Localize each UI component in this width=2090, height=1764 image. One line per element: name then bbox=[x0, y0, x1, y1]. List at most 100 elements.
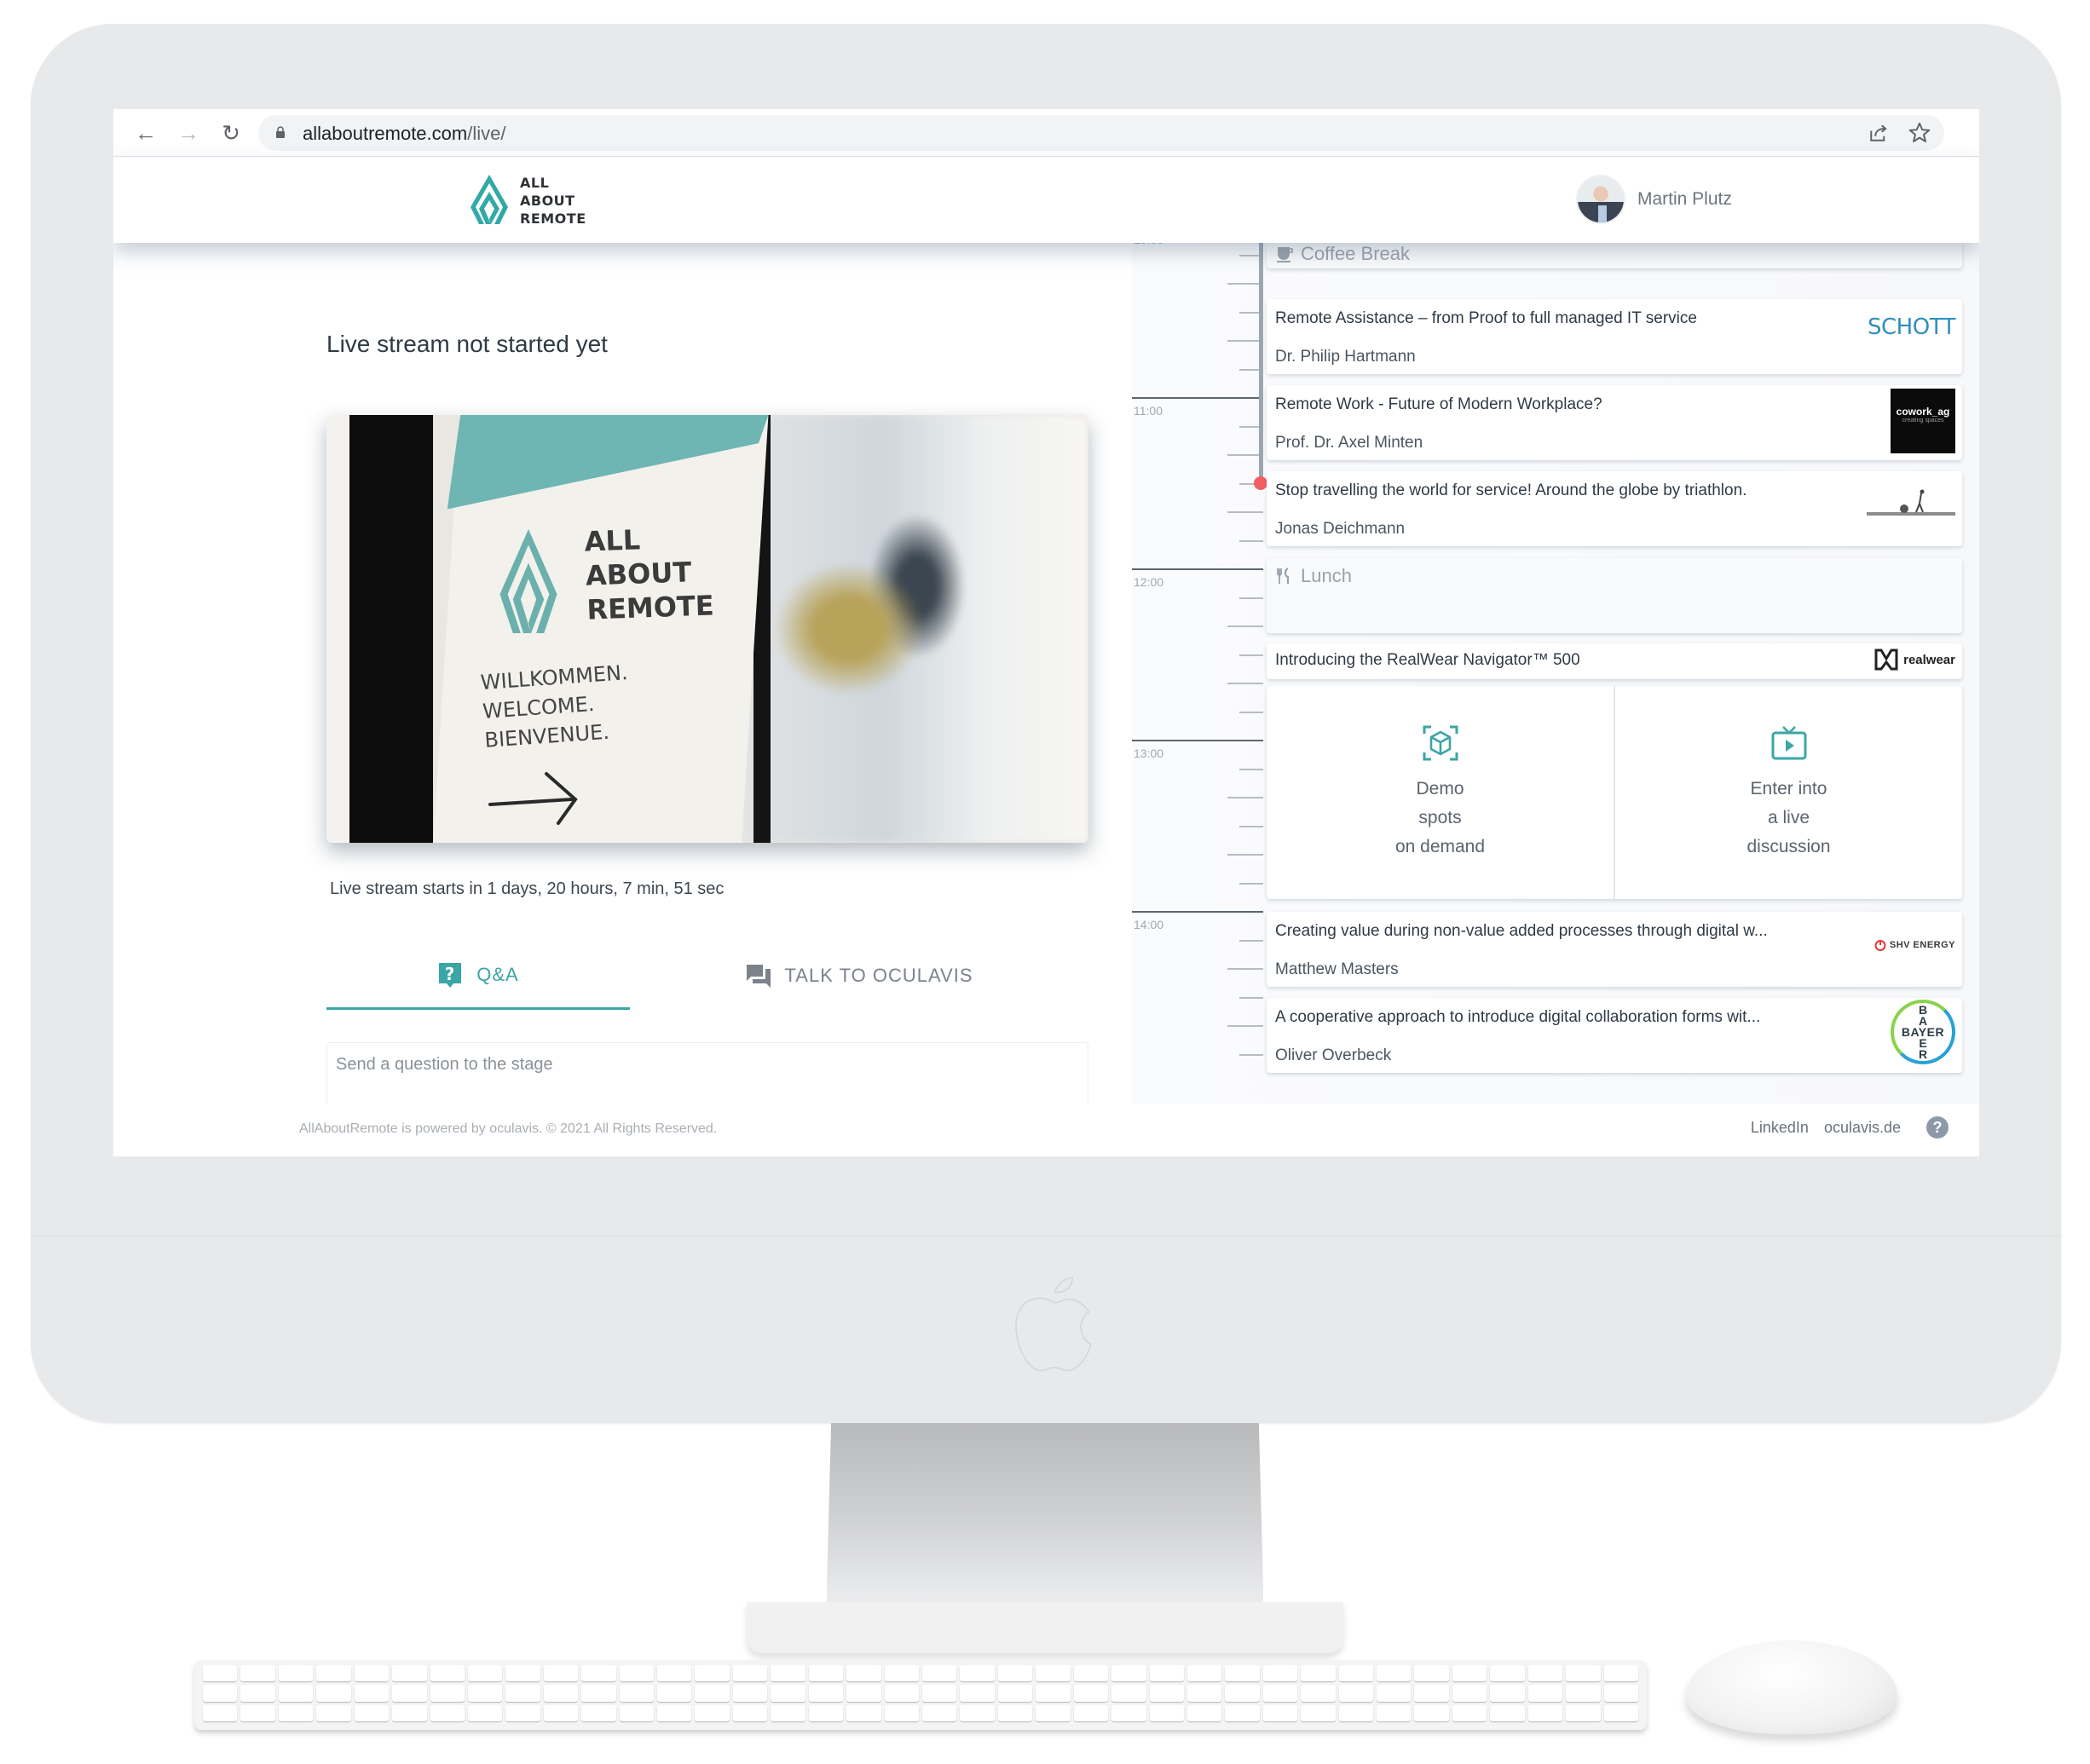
url-text[interactable]: allaboutremote.com/live/ bbox=[303, 123, 505, 145]
minute-tick bbox=[1227, 511, 1263, 513]
logo-line: REMOTE bbox=[520, 210, 586, 227]
agenda-timeline: 10:0011:0012:0013:0014:00 Coffee Break R… bbox=[1132, 226, 1979, 1125]
keyboard-key bbox=[1452, 1665, 1487, 1682]
session-title: Creating value during non-value added pr… bbox=[1275, 922, 1768, 940]
hero-brand-line: REMOTE bbox=[586, 588, 715, 626]
stream-status-title: Live stream not started yet bbox=[326, 331, 608, 357]
minute-tick bbox=[1239, 939, 1263, 942]
session-speaker: Dr. Philip Hartmann bbox=[1275, 348, 1416, 366]
keyboard-key bbox=[505, 1704, 540, 1721]
sponsor-name: realwear bbox=[1903, 652, 1955, 667]
keyboard-key bbox=[1036, 1704, 1071, 1721]
hour-label: 13:00 bbox=[1134, 747, 1164, 760]
back-button[interactable]: ← bbox=[132, 119, 159, 147]
keyboard-key bbox=[1262, 1665, 1298, 1682]
oculavis-link[interactable]: oculavis.de bbox=[1824, 1119, 1901, 1137]
agenda-item[interactable]: Remote Work - Future of Modern Workplace… bbox=[1267, 385, 1962, 460]
user-menu[interactable]: Martin Plutz bbox=[1576, 175, 1732, 224]
agenda-item[interactable]: A cooperative approach to introduce digi… bbox=[1267, 998, 1962, 1073]
keyboard-key bbox=[1149, 1704, 1184, 1721]
keyboard-key bbox=[240, 1704, 275, 1721]
agenda-item[interactable]: Stop travelling the world for service! A… bbox=[1267, 471, 1962, 546]
coffee-cup-icon bbox=[1277, 247, 1293, 262]
keyboard-key bbox=[695, 1665, 730, 1682]
keyboard-key bbox=[771, 1704, 805, 1721]
keyboard-key bbox=[808, 1685, 844, 1702]
hero-arrow-icon bbox=[488, 771, 578, 825]
sponsor-tagline: creating spaces bbox=[1902, 418, 1944, 424]
session-title: A cooperative approach to introduce digi… bbox=[1275, 1008, 1761, 1026]
keyboard-key bbox=[1377, 1704, 1412, 1721]
keyboard-key bbox=[1490, 1665, 1525, 1682]
share-icon[interactable] bbox=[1866, 120, 1891, 146]
svg-text:?: ? bbox=[445, 964, 456, 984]
keyboard-key bbox=[619, 1665, 655, 1682]
minute-tick bbox=[1239, 825, 1263, 827]
keyboard-key bbox=[543, 1685, 579, 1702]
hour-label: 12:00 bbox=[1134, 575, 1164, 589]
sponsor-name: cowork_ag bbox=[1896, 406, 1950, 418]
live-discussion-button[interactable]: Enter into a live discussion bbox=[1614, 686, 1962, 899]
minute-tick bbox=[1227, 854, 1263, 856]
help-icon[interactable]: ? bbox=[1926, 1116, 1949, 1139]
demo-spots-button[interactable]: Demo spots on demand bbox=[1267, 686, 1614, 899]
activity-text: on demand bbox=[1394, 837, 1486, 856]
minute-tick bbox=[1239, 654, 1263, 656]
keyboard-key bbox=[1111, 1685, 1146, 1702]
keyboard-key bbox=[316, 1685, 351, 1702]
logo-line: ABOUT bbox=[520, 192, 575, 209]
bookmark-star-icon[interactable] bbox=[1907, 120, 1932, 146]
hour-label: 11:00 bbox=[1134, 404, 1163, 418]
keyboard-key bbox=[732, 1665, 768, 1682]
keyboard-key bbox=[997, 1685, 1033, 1702]
keyboard-key bbox=[732, 1704, 768, 1721]
minute-tick bbox=[1239, 882, 1263, 885]
keyboard-key bbox=[771, 1665, 805, 1682]
site-logo[interactable]: ALL ABOUT REMOTE bbox=[467, 173, 586, 228]
minute-tick bbox=[1239, 539, 1263, 542]
session-speaker: Prof. Dr. Axel Minten bbox=[1275, 434, 1423, 452]
keyboard-key bbox=[1338, 1704, 1374, 1721]
agenda-break-lunch: Lunch bbox=[1267, 558, 1962, 633]
keyboard-key bbox=[1338, 1685, 1374, 1702]
minute-tick bbox=[1239, 768, 1263, 770]
reload-button[interactable]: ↻ bbox=[217, 119, 245, 147]
keyboard-key bbox=[1566, 1685, 1601, 1702]
agenda-item[interactable]: Remote Assistance – from Proof to full m… bbox=[1267, 299, 1962, 374]
keyboard-key bbox=[1377, 1685, 1412, 1702]
keyboard-key bbox=[581, 1704, 616, 1721]
hero-welcome-text: WILLKOMMEN. WELCOME. BIENVENUE. bbox=[480, 658, 633, 755]
keyboard-key bbox=[1186, 1685, 1222, 1702]
hour-line bbox=[1132, 397, 1263, 399]
session-speaker: Matthew Masters bbox=[1275, 960, 1399, 978]
keyboard-key bbox=[505, 1665, 540, 1682]
tab-qa[interactable]: ? Q&A bbox=[326, 942, 630, 1010]
linkedin-link[interactable]: LinkedIn bbox=[1751, 1119, 1809, 1137]
tab-talk-to-oculavis[interactable]: TALK TO OCULAVIS bbox=[630, 942, 1088, 1010]
keyboard-key bbox=[808, 1665, 844, 1682]
minute-tick bbox=[1227, 683, 1263, 684]
minute-tick bbox=[1227, 283, 1263, 285]
keyboard-key bbox=[203, 1704, 238, 1721]
power-icon bbox=[1874, 940, 1886, 951]
tab-label: TALK TO OCULAVIS bbox=[784, 965, 973, 986]
forward-button[interactable]: → bbox=[175, 119, 202, 147]
agenda-item[interactable]: Creating value during non-value added pr… bbox=[1267, 912, 1962, 987]
agenda-item[interactable]: Introducing the RealWear Navigator™ 500 … bbox=[1267, 643, 1962, 679]
keyboard-key bbox=[1301, 1685, 1336, 1702]
question-input[interactable] bbox=[336, 1055, 1079, 1106]
keyboard-key bbox=[695, 1685, 730, 1702]
keyboard-key bbox=[1111, 1704, 1146, 1721]
minute-tick bbox=[1227, 1025, 1263, 1027]
main-content: Live stream not started yet ALL ABOUT RE… bbox=[113, 226, 1979, 1125]
bayer-letter: R bbox=[1918, 1046, 1928, 1061]
logo-mark-icon bbox=[471, 175, 508, 224]
minute-tick bbox=[1227, 340, 1263, 342]
monitor-chin-divider bbox=[31, 1236, 2061, 1237]
keyboard-key bbox=[467, 1685, 503, 1702]
keyboard-key bbox=[505, 1685, 540, 1702]
minute-tick bbox=[1239, 996, 1263, 999]
address-bar[interactable]: allaboutremote.com/live/ bbox=[258, 115, 1944, 151]
reload-icon: ↻ bbox=[222, 119, 240, 146]
break-text: Lunch bbox=[1301, 565, 1352, 586]
